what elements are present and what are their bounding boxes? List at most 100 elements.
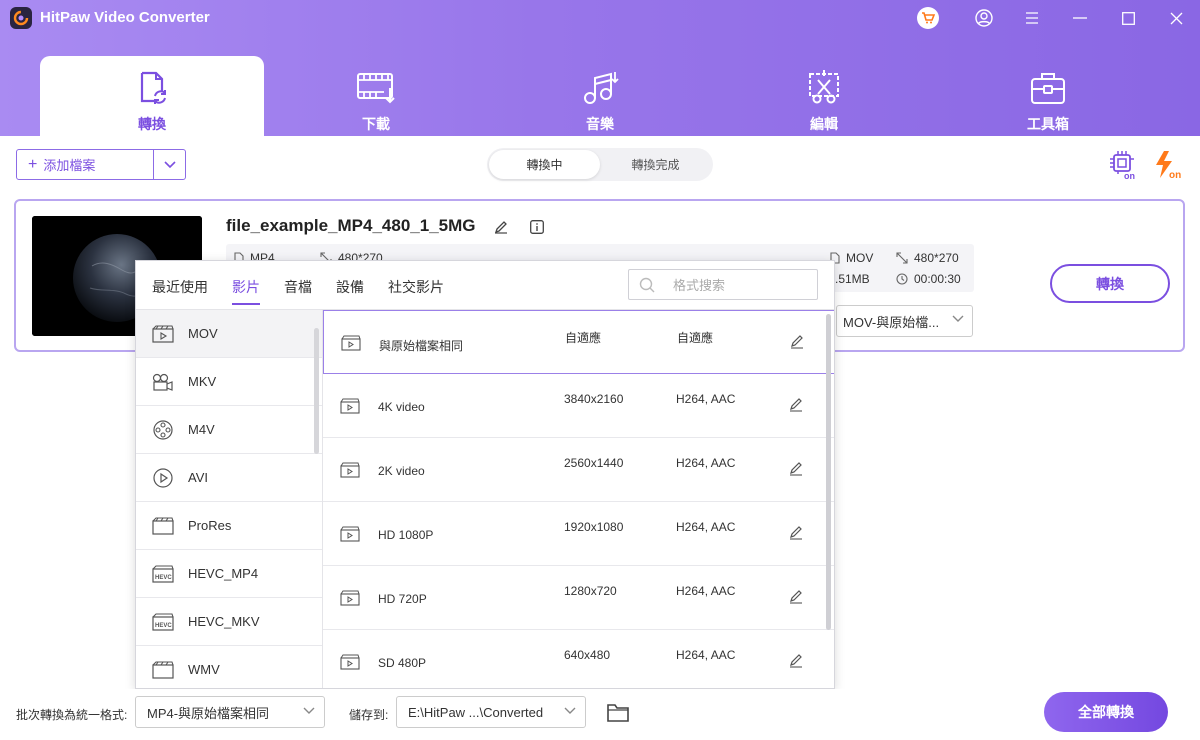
output-format-select[interactable]: MOV-與原始檔... [836,305,973,337]
tab-converted[interactable]: 轉換完成 [600,150,711,179]
app-title: HitPaw Video Converter [40,9,210,26]
format-search-input[interactable]: 格式搜索 [628,269,818,300]
preset-resolution: 640x480 [564,648,611,662]
clapper-icon [340,590,360,606]
preset-resolution: 2560x1440 [564,456,624,470]
format-item-avi[interactable]: AVI [136,454,322,502]
add-file-button[interactable]: + 添加檔案 [17,150,153,179]
tab-edit[interactable]: 編輯 [712,56,936,136]
format-list-scrollbar[interactable] [314,328,319,454]
tab-device[interactable]: 設備 [336,277,364,297]
svg-text:HEVC: HEVC [155,623,172,629]
open-folder-icon[interactable] [606,701,630,726]
edit-preset-icon[interactable] [789,398,803,412]
main-nav: 轉換 下載 音樂 編輯 工具箱 [40,56,1160,136]
preset-codec: H264, AAC [676,392,736,406]
edit-preset-icon[interactable] [790,335,804,349]
clapper-icon [340,654,360,670]
preset-resolution: 1920x1080 [564,520,624,534]
preset-resolution: 自適應 [565,331,602,345]
format-item-hevc-mkv[interactable]: HEVC HEVC_MKV [136,598,322,646]
format-item-m4v[interactable]: M4V [136,406,322,454]
batch-format-value: MP4-與原始檔案相同 [147,705,270,721]
format-list: MOV MKV M4V AVI ProRes HEVC HEVC_MP4 HEV… [136,310,323,688]
tab-video[interactable]: 影片 [232,277,260,305]
edit-preset-icon[interactable] [789,654,803,668]
preset-row[interactable]: SD 480P 640x480 H264, AAC [323,630,834,688]
hardware-accel-on-icon[interactable]: on [1108,150,1140,181]
clock-icon [896,273,908,285]
preset-row[interactable]: 4K video 3840x2160 H264, AAC [323,374,834,438]
plus-icon: + [28,155,38,173]
menu-icon[interactable] [1008,0,1056,36]
tab-music-label: 音樂 [586,116,614,132]
tab-social-video[interactable]: 社交影片 [388,277,444,297]
cut-edit-icon [809,70,839,104]
save-path-select[interactable]: E:\HitPaw ...\Converted [396,696,586,728]
search-icon [639,277,655,292]
title-bar: HitPaw Video Converter [0,0,1200,36]
lightning-on-icon[interactable]: on [1152,150,1186,181]
preset-name: 4K video [378,400,425,414]
batch-format-select[interactable]: MP4-與原始檔案相同 [135,696,325,728]
preset-codec: H264, AAC [676,584,736,598]
edit-preset-icon[interactable] [789,590,803,604]
convert-all-button[interactable]: 全部轉換 [1044,692,1168,732]
preset-name: HD 720P [378,592,427,606]
close-icon[interactable] [1152,0,1200,36]
tab-converting[interactable]: 轉換中 [489,150,600,179]
download-film-icon [357,73,395,104]
film-reel-icon [153,419,173,440]
preset-codec: H264, AAC [676,520,736,534]
format-item-prores[interactable]: ProRes [136,502,322,550]
music-note-icon [584,72,619,104]
account-icon[interactable] [960,0,1008,36]
preset-resolution: 3840x2160 [564,392,624,406]
format-item-wmv[interactable]: WMV [136,646,322,688]
format-item-hevc-mp4[interactable]: HEVC HEVC_MP4 [136,550,322,598]
target-format: MOV [830,251,873,265]
conversion-status-toggle: 轉換中 轉換完成 [487,148,713,181]
save-to-label: 儲存到: [349,708,389,722]
tab-toolbox-label: 工具箱 [1027,116,1069,132]
preset-codec: 自適應 [677,331,714,345]
batch-format-label: 批次轉換為統一格式: [16,708,128,722]
minimize-icon[interactable] [1056,0,1104,36]
format-item-mkv[interactable]: MKV [136,358,322,406]
svg-text:HEVC: HEVC [155,575,172,581]
rename-icon[interactable] [494,220,508,237]
edit-preset-icon[interactable] [789,462,803,476]
preset-row[interactable]: HD 1080P 1920x1080 H264, AAC [323,502,834,566]
edit-preset-icon[interactable] [789,526,803,540]
clapper-icon [340,462,360,478]
maximize-icon[interactable] [1104,0,1152,36]
preset-resolution: 1280x720 [564,584,617,598]
preset-row[interactable]: 2K video 2560x1440 H264, AAC [323,438,834,502]
app-header: HitPaw Video Converter 轉換 下載 音樂 編輯 工具箱 [0,0,1200,136]
tab-convert[interactable]: 轉換 [40,56,264,136]
tab-download[interactable]: 下載 [264,56,488,136]
resolution-icon [896,252,908,264]
preset-codec: H264, AAC [676,648,736,662]
output-format-value: MOV-與原始檔... [843,314,940,330]
format-item-mov[interactable]: MOV [136,310,322,358]
target-resolution: 480*270 [896,251,959,265]
tab-recent[interactable]: 最近使用 [152,277,208,297]
chevron-down-icon [303,707,315,714]
app-logo-icon [10,7,32,29]
info-icon[interactable] [530,220,544,237]
tab-toolbox[interactable]: 工具箱 [936,56,1160,136]
tab-download-label: 下載 [362,116,390,132]
clapper-icon [152,660,174,679]
tab-audio[interactable]: 音檔 [284,277,312,297]
preset-row[interactable]: 與原始檔案相同 自適應 自適應 [323,310,834,374]
cart-icon[interactable] [914,0,942,36]
add-file-dropdown[interactable] [153,150,185,179]
clapper-icon [340,526,360,542]
preset-row[interactable]: HD 720P 1280x720 H264, AAC [323,566,834,630]
preset-list-scrollbar[interactable] [826,314,831,630]
convert-button[interactable]: 轉換 [1050,264,1170,303]
hevc-icon: HEVC [152,564,174,583]
tab-music[interactable]: 音樂 [488,56,712,136]
chevron-down-icon [952,315,964,322]
